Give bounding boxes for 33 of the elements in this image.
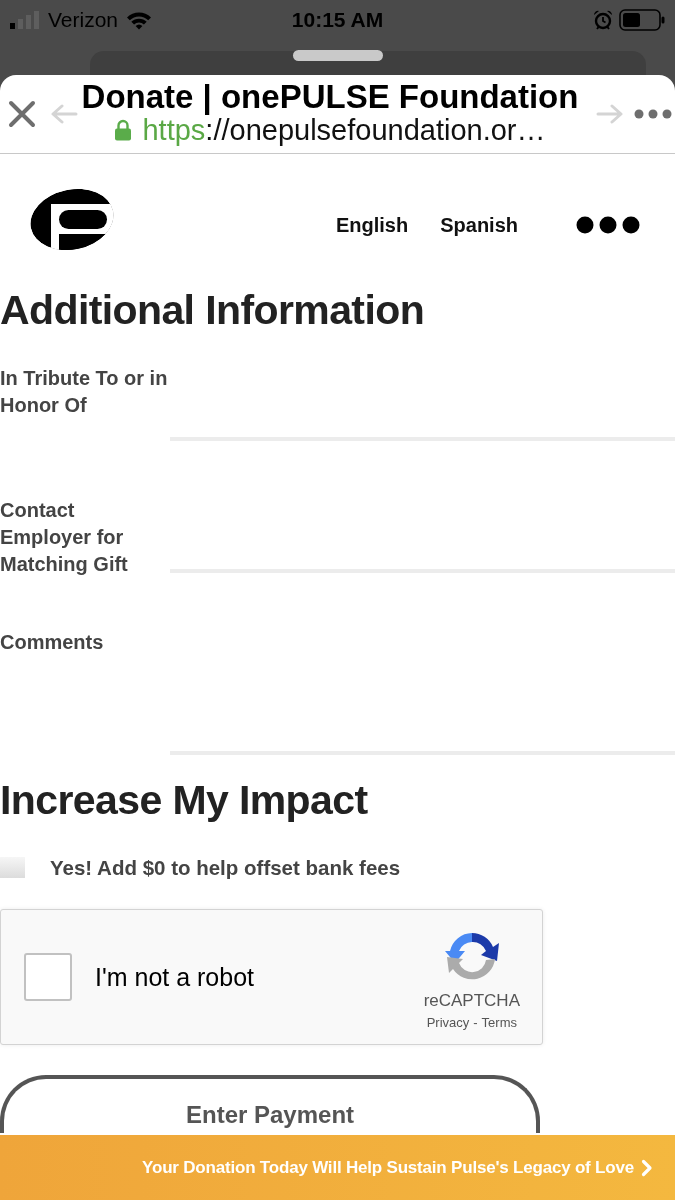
field-label: Comments <box>0 630 105 655</box>
site-logo[interactable] <box>30 187 114 252</box>
chevron-right-icon <box>641 1158 653 1177</box>
page-title: Donate | onePULSE Foundation <box>81 78 579 115</box>
language-link[interactable]: English <box>335 214 409 237</box>
captcha-checkbox[interactable] <box>24 953 72 1001</box>
captcha-brand: reCAPTCHA <box>423 991 520 1011</box>
close-icon[interactable] <box>8 100 36 128</box>
field-label: In Tribute To or in Honor Of <box>0 366 169 418</box>
page-url: https://onepulsefoundation.or… <box>142 114 546 146</box>
alarm-clock-icon <box>593 10 613 30</box>
forward-arrow-icon[interactable] <box>596 104 624 124</box>
privacy-link[interactable]: Privacy <box>426 1015 470 1031</box>
signal-icon <box>10 11 40 29</box>
captcha-label: I'm not a robot <box>95 962 255 992</box>
checkbox-label[interactable]: Yes! Add $0 to help offset bank fees <box>50 855 401 880</box>
lock-icon <box>114 119 133 141</box>
enter-payment-button[interactable]: Enter Payment <box>0 1075 540 1133</box>
more-icon[interactable] <box>634 109 672 119</box>
language-link[interactable]: Spanish <box>440 214 518 237</box>
back-arrow-icon[interactable] <box>50 104 78 124</box>
section-heading: Additional Information <box>0 287 426 333</box>
battery-icon <box>619 9 665 31</box>
terms-link[interactable]: Terms <box>481 1015 517 1031</box>
wifi-icon <box>126 10 153 30</box>
link-separator: - <box>473 1015 478 1031</box>
clock-time: 10:15 AM <box>291 8 384 32</box>
checkbox[interactable] <box>0 857 25 878</box>
field-label: Contact Employer for Matching Gift <box>0 498 129 577</box>
sheet-handle[interactable] <box>293 50 383 61</box>
banner-text: Your Donation Today Will Help Sustain Pulse's Legacy of Love <box>142 1157 634 1178</box>
section-heading: Increase My Impact <box>0 777 369 823</box>
carrier-name: Verizon <box>48 8 119 32</box>
